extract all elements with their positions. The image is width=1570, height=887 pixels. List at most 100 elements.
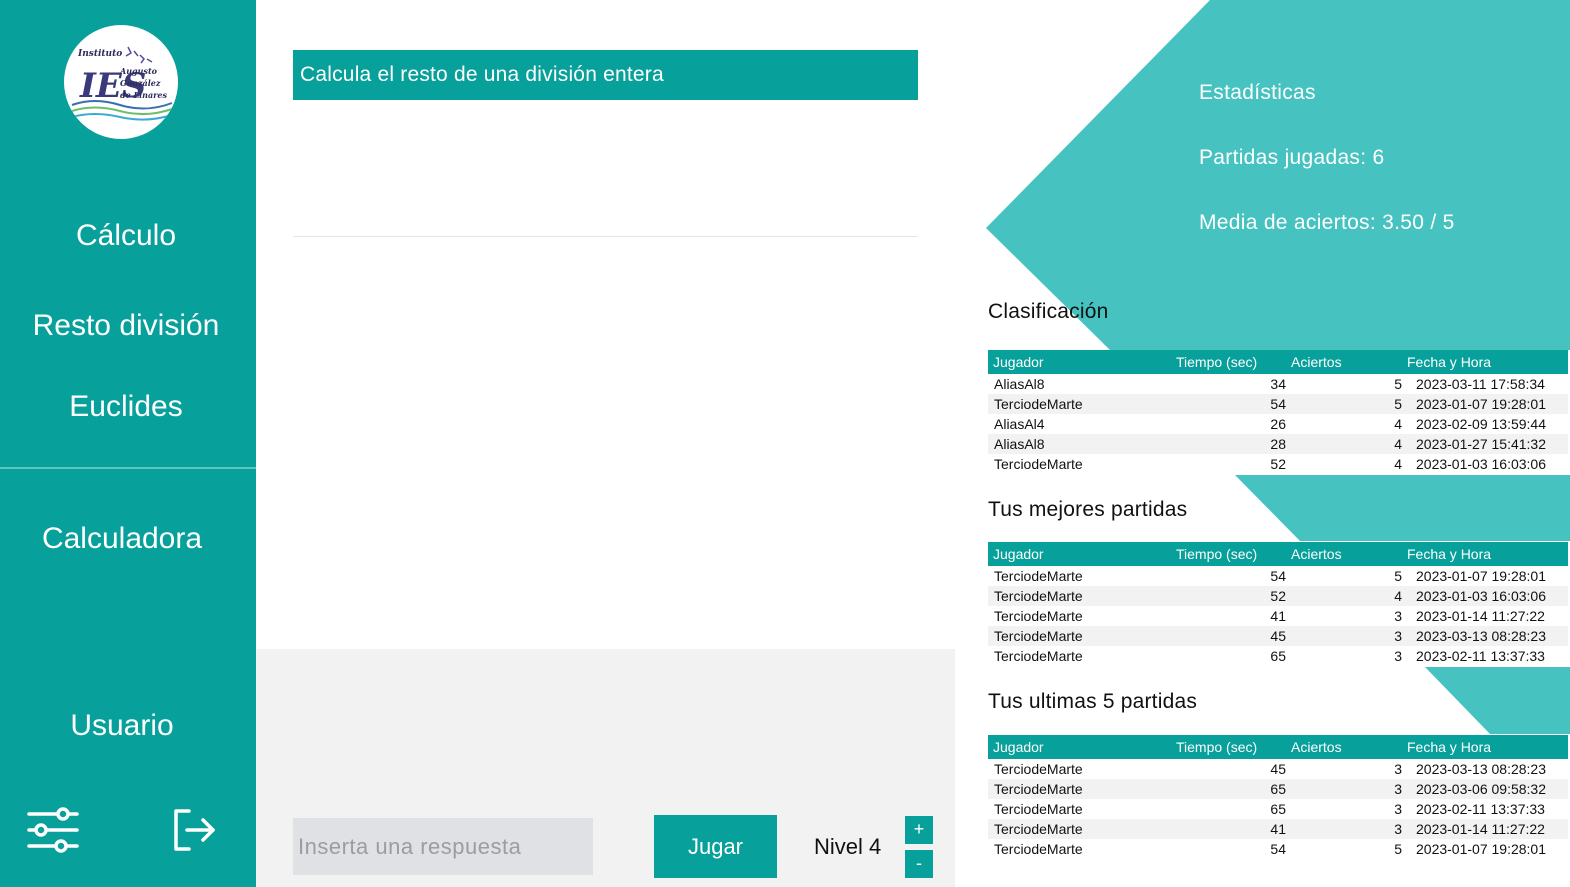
column-header: Aciertos [1286, 542, 1402, 566]
hits-cell: 3 [1286, 626, 1402, 646]
date-cell: 2023-01-27 15:41:32 [1402, 434, 1568, 454]
player-cell: AliasAl4 [994, 416, 1045, 432]
table-row: TerciodeMarte 52 4 2023-01-03 16:03:06 [988, 454, 1568, 474]
date-cell: 2023-03-13 08:28:23 [1402, 626, 1568, 646]
player-cell: AliasAl8 [988, 434, 1171, 454]
player-cell: TerciodeMarte [994, 648, 1083, 664]
stats-title: Estadísticas [1199, 81, 1316, 104]
sidebar: Instituto IES Augusto González de Linare… [0, 0, 256, 887]
player-cell: TerciodeMarte [994, 456, 1083, 472]
column-header: Tiempo (sec) [1171, 350, 1286, 374]
player-cell: TerciodeMarte [988, 819, 1171, 839]
hits-cell: 3 [1286, 779, 1402, 799]
hits-cell: 3 [1286, 819, 1402, 839]
date-cell: 2023-03-11 17:58:34 [1416, 376, 1545, 392]
last-games-title: Tus ultimas 5 partidas [988, 690, 1198, 713]
nav-item-resto-division[interactable]: Resto división [0, 309, 252, 343]
level-increase-button[interactable]: + [905, 816, 933, 844]
player-cell: TerciodeMarte [994, 801, 1083, 817]
date-cell: 2023-02-11 13:37:33 [1416, 648, 1545, 664]
column-header: Tiempo (sec) [1171, 735, 1286, 759]
level-label: Nivel 4 [814, 834, 882, 859]
column-header: Jugador [988, 542, 1171, 566]
logout-icon[interactable] [172, 808, 218, 857]
time-cell: 26 [1270, 416, 1286, 432]
svg-text:de Linares: de Linares [120, 90, 167, 100]
hits-cell: 5 [1394, 568, 1402, 584]
time-cell: 45 [1270, 761, 1286, 777]
table-row: TerciodeMarte 45 3 2023-03-13 08:28:23 [988, 759, 1568, 779]
date-cell: 2023-01-07 19:28:01 [1402, 394, 1568, 414]
best-games-table: Jugador Tiempo (sec) Aciertos Fecha y Ho… [988, 542, 1568, 666]
table-header: Jugador Tiempo (sec) Aciertos Fecha y Ho… [988, 542, 1568, 566]
time-cell: 54 [1270, 568, 1286, 584]
table-header: Jugador Tiempo (sec) Aciertos Fecha y Ho… [988, 735, 1568, 759]
nav-divider [0, 467, 256, 469]
player-cell: TerciodeMarte [994, 761, 1083, 777]
hits-cell: 4 [1394, 456, 1402, 472]
hits-cell: 3 [1394, 801, 1402, 817]
date-cell: 2023-01-03 16:03:06 [1402, 586, 1568, 606]
table-row: TerciodeMarte 54 5 2023-01-07 19:28:01 [988, 394, 1568, 414]
time-cell: 54 [1270, 841, 1286, 857]
ranking-table: Jugador Tiempo (sec) Aciertos Fecha y Ho… [988, 350, 1568, 474]
column-header: Aciertos [1286, 735, 1402, 759]
table-row: TerciodeMarte 41 3 2023-01-14 11:27:22 [988, 819, 1568, 839]
table-header: Jugador Tiempo (sec) Aciertos Fecha y Ho… [988, 350, 1568, 374]
table-row: TerciodeMarte 65 3 2023-02-11 13:37:33 [988, 799, 1568, 819]
date-cell: 2023-03-13 08:28:23 [1416, 761, 1546, 777]
column-header: Jugador [988, 735, 1171, 759]
player-cell: TerciodeMarte [988, 779, 1171, 799]
date-cell: 2023-02-11 13:37:33 [1416, 801, 1545, 817]
table-row: TerciodeMarte 45 3 2023-03-13 08:28:23 [988, 626, 1568, 646]
date-cell: 2023-02-09 13:59:44 [1416, 416, 1546, 432]
nav-item-euclides[interactable]: Euclides [0, 390, 252, 424]
date-cell: 2023-01-03 16:03:06 [1416, 456, 1546, 472]
settings-sliders-icon[interactable] [26, 806, 80, 859]
average-hits: Media de aciertos: 3.50 / 5 [1199, 211, 1455, 234]
svg-text:González: González [120, 78, 161, 88]
nav-item-calculadora[interactable]: Calculadora [0, 522, 244, 556]
time-cell: 65 [1270, 648, 1286, 664]
time-cell: 28 [1171, 434, 1286, 454]
table-row: AliasAl8 28 4 2023-01-27 15:41:32 [988, 434, 1568, 454]
question-divider [293, 236, 918, 237]
time-cell: 34 [1270, 376, 1286, 392]
hits-cell: 4 [1286, 434, 1402, 454]
school-logo-image: Instituto IES Augusto González de Linare… [71, 46, 173, 121]
table-row: AliasAl4 26 4 2023-02-09 13:59:44 [988, 414, 1568, 434]
time-cell: 65 [1270, 801, 1286, 817]
play-button[interactable]: Jugar [654, 815, 777, 878]
games-played: Partidas jugadas: 6 [1199, 146, 1385, 169]
table-row: TerciodeMarte 65 3 2023-02-11 13:37:33 [988, 646, 1568, 666]
hits-cell: 3 [1394, 608, 1402, 624]
hits-cell: 5 [1286, 394, 1402, 414]
nav-item-usuario[interactable]: Usuario [0, 709, 244, 743]
question-title: Calcula el resto de una división entera [293, 50, 918, 100]
player-cell: TerciodeMarte [988, 394, 1171, 414]
svg-text:Instituto: Instituto [77, 49, 122, 59]
table-row: TerciodeMarte 41 3 2023-01-14 11:27:22 [988, 606, 1568, 626]
column-header: Tiempo (sec) [1171, 542, 1286, 566]
level-decrease-button[interactable]: - [905, 850, 933, 878]
table-row: AliasAl8 34 5 2023-03-11 17:58:34 [988, 374, 1568, 394]
hits-cell: 4 [1394, 416, 1402, 432]
hits-cell: 4 [1286, 586, 1402, 606]
column-header: Fecha y Hora [1402, 350, 1568, 374]
last-games-table: Jugador Tiempo (sec) Aciertos Fecha y Ho… [988, 735, 1568, 859]
hits-cell: 5 [1394, 376, 1402, 392]
hits-cell: 3 [1394, 761, 1402, 777]
ranking-title: Clasificación [988, 300, 1109, 323]
time-cell: 41 [1270, 608, 1286, 624]
nav-item-calculo[interactable]: Cálculo [0, 219, 252, 253]
date-cell: 2023-01-07 19:28:01 [1416, 841, 1546, 857]
player-cell: TerciodeMarte [994, 608, 1083, 624]
table-row: TerciodeMarte 54 5 2023-01-07 19:28:01 [988, 566, 1568, 586]
hits-cell: 3 [1394, 648, 1402, 664]
time-cell: 52 [1270, 456, 1286, 472]
column-header: Fecha y Hora [1402, 542, 1568, 566]
answer-input[interactable] [293, 818, 593, 875]
player-cell: TerciodeMarte [988, 586, 1171, 606]
time-cell: 54 [1171, 394, 1286, 414]
column-header: Fecha y Hora [1402, 735, 1568, 759]
